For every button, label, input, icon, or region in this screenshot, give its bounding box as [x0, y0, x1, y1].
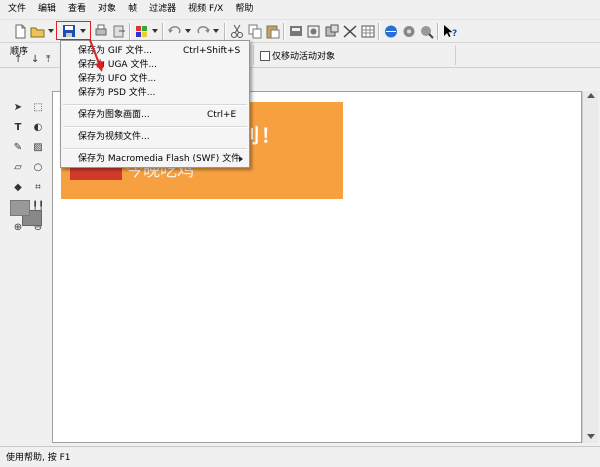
menu-item-label: 保存为 UFO 文件...	[78, 74, 157, 84]
resize-icon[interactable]	[342, 24, 358, 39]
menu-item-label: 保存为 Macromedia Flash (SWF) 文件	[78, 154, 241, 164]
menu-item-save-video[interactable]: 保存为视频文件...	[61, 130, 249, 144]
menu-item-save-swf[interactable]: 保存为 Macromedia Flash (SWF) 文件	[61, 152, 249, 166]
move-active-only-label: 仅移动活动对象	[272, 52, 336, 62]
toolbar-separator	[162, 23, 164, 40]
open-dropdown-icon[interactable]	[48, 29, 54, 33]
menu-view[interactable]: 查看	[62, 0, 92, 19]
frame-icon[interactable]	[306, 24, 322, 39]
toolbar-separator	[129, 23, 131, 40]
submenu-arrow-icon	[239, 156, 243, 162]
undo-icon[interactable]	[167, 24, 183, 39]
menu-item-label: 保存为 GIF 文件...	[78, 46, 153, 56]
menu-video-fx[interactable]: 视频 F/X	[182, 0, 229, 19]
app-window: 文件 编辑 查看 对象 帧 过滤器 视频 F/X 帮助 ? 顺序 ↑ ↓ ⤒ 仅…	[0, 0, 600, 466]
toolbar-separator	[378, 23, 380, 40]
redo-dropdown-icon[interactable]	[213, 29, 219, 33]
menu-item-label: 保存为 PSD 文件...	[78, 88, 156, 98]
menu-item-label: 保存为图象画面...	[78, 110, 150, 120]
statusbar: 使用帮助, 按 F1	[0, 446, 600, 467]
menu-item-label: 保存为视频文件...	[78, 132, 150, 142]
menu-separator	[63, 104, 247, 106]
move-up-icon[interactable]: ↑	[14, 55, 22, 65]
new-file-icon[interactable]	[12, 24, 28, 39]
row2-separator	[455, 45, 456, 65]
lasso-tool-icon[interactable]: ○	[30, 160, 46, 175]
brush-tool-icon[interactable]: ▨	[30, 140, 46, 155]
menu-frame[interactable]: 帧	[122, 0, 143, 19]
menu-item-save-ufo[interactable]: 保存为 UFO 文件...	[61, 72, 249, 86]
pencil-tool-icon[interactable]: ✎	[10, 140, 26, 155]
menu-item-shortcut: Ctrl+Shift+S	[183, 46, 241, 56]
scroll-up-icon[interactable]	[587, 93, 595, 98]
eraser-tool-icon[interactable]: ▱	[10, 160, 26, 175]
menu-item-save-image[interactable]: 保存为图象画面... Ctrl+E	[61, 108, 249, 122]
optimize-icon[interactable]	[401, 24, 417, 39]
menu-item-label: 保存为 UGA 文件...	[78, 60, 158, 70]
palette-icon[interactable]	[134, 24, 150, 39]
open-folder-icon[interactable]	[30, 24, 46, 39]
browser-preview-icon[interactable]	[383, 24, 399, 39]
export-icon[interactable]	[111, 24, 127, 39]
shape-tool-icon[interactable]: ◐	[30, 120, 46, 135]
cut-icon[interactable]	[229, 24, 245, 39]
move-down-icon[interactable]: ↓	[31, 55, 39, 65]
context-help-icon[interactable]: ?	[442, 24, 458, 39]
paste-icon[interactable]	[265, 24, 281, 39]
menu-file[interactable]: 文件	[0, 0, 32, 19]
row2-separator	[253, 45, 254, 65]
menu-separator	[63, 126, 247, 128]
move-top-icon[interactable]: ⤒	[46, 55, 50, 65]
select-rect-icon[interactable]: ⬚	[30, 100, 46, 115]
toolbar-separator	[224, 23, 226, 40]
select-arrow-icon[interactable]: ➤	[10, 100, 26, 115]
crop-tool-icon[interactable]: ⌗	[30, 180, 46, 195]
wizard-icon[interactable]	[419, 24, 435, 39]
save-as-dropdown-menu: 保存为 GIF 文件... Ctrl+Shift+S 保存为 UGA 文件...…	[60, 40, 250, 168]
move-active-only-checkbox[interactable]	[260, 51, 270, 61]
status-text: 使用帮助, 按 F1	[6, 453, 71, 463]
menu-item-save-gif[interactable]: 保存为 GIF 文件... Ctrl+Shift+S	[61, 44, 249, 58]
toolbar-separator	[437, 23, 439, 40]
menu-item-save-uga[interactable]: 保存为 UGA 文件...	[61, 58, 249, 72]
svg-text:?: ?	[452, 29, 457, 39]
tools-panel: ➤ ⬚ T ◐ ✎ ▨ ▱ ○ ◆ ⌗ ╱ ╿╿ ⊕ ⊖	[8, 90, 48, 443]
save-button-highlight	[56, 21, 91, 40]
crop-icon[interactable]	[324, 24, 340, 39]
toolbar-separator	[283, 23, 285, 40]
undo-dropdown-icon[interactable]	[185, 29, 191, 33]
text-tool-icon[interactable]: T	[10, 120, 26, 135]
menu-item-shortcut: Ctrl+E	[207, 110, 237, 120]
menu-object[interactable]: 对象	[92, 0, 122, 19]
vertical-scrollbar[interactable]	[582, 91, 598, 443]
grid-icon[interactable]	[360, 24, 376, 39]
redo-icon[interactable]	[195, 24, 211, 39]
print-icon[interactable]	[93, 24, 109, 39]
copy-icon[interactable]	[247, 24, 263, 39]
foreground-color-swatch[interactable]	[10, 200, 30, 216]
menu-filter[interactable]: 过滤器	[143, 0, 182, 19]
swap-colors-icon[interactable]	[10, 220, 26, 235]
menu-help[interactable]: 帮助	[229, 0, 259, 19]
scroll-down-icon[interactable]	[587, 434, 595, 439]
fill-tool-icon[interactable]: ◆	[10, 180, 26, 195]
menu-edit[interactable]: 编辑	[32, 0, 62, 19]
menu-separator	[63, 148, 247, 150]
palette-dropdown-icon[interactable]	[152, 29, 158, 33]
menubar: 文件 编辑 查看 对象 帧 过滤器 视频 F/X 帮助	[0, 0, 600, 20]
menu-item-save-psd[interactable]: 保存为 PSD 文件...	[61, 86, 249, 100]
layer-icon[interactable]	[288, 24, 304, 39]
